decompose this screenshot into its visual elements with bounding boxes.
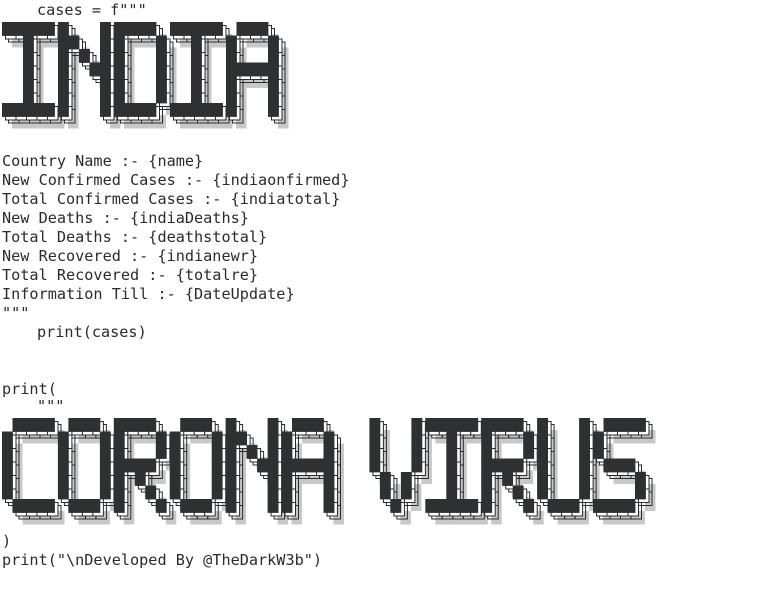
code-line-total-deaths: Total Deaths :- {deathstotal} (2, 228, 268, 246)
code-line-total-confirmed: Total Confirmed Cases :- {indiatotal} (2, 190, 341, 208)
code-line-new-deaths: New Deaths :- {indiaDeaths} (2, 209, 249, 227)
code-line-print-cases: print(cases) (37, 323, 147, 341)
ascii-banner-india (2, 22, 289, 129)
code-line-new-confirmed: New Confirmed Cases :- {indiaonfirmed} (2, 171, 350, 189)
code-line-new-recovered: New Recovered :- {indianewr} (2, 247, 259, 265)
code-line-print-developed-by: print("\nDeveloped By @TheDarkW3b") (2, 551, 323, 569)
code-line-total-recovered: Total Recovered :- {totalre} (2, 266, 259, 284)
ascii-banner-corona-virus (2, 418, 656, 525)
code-line-information-till: Information Till :- {DateUpdate} (2, 285, 295, 303)
code-line-close-paren: ) (2, 532, 12, 550)
code-line-country-name: Country Name :- {name} (2, 152, 204, 170)
code-line-triple-quote-close: """ (2, 304, 30, 322)
